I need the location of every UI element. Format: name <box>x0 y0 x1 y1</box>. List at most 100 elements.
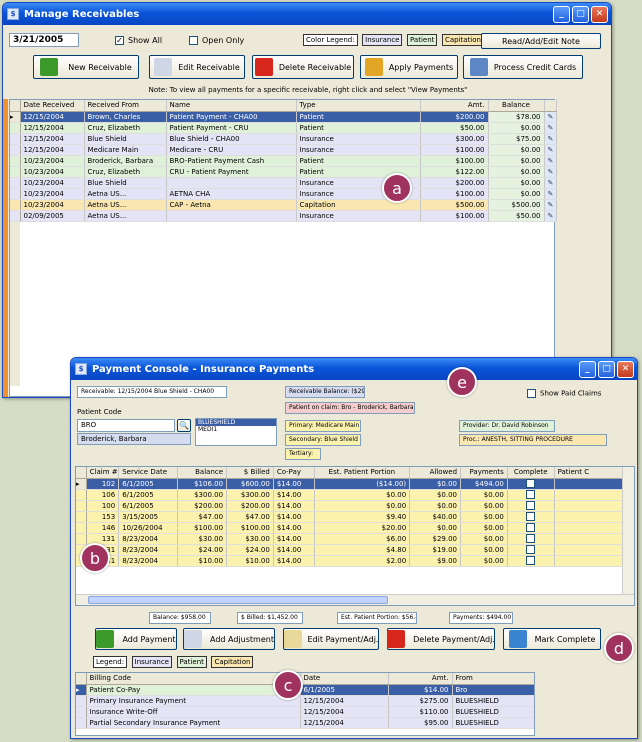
column-header[interactable]: Allowed <box>409 467 462 479</box>
row-selector[interactable] <box>10 122 21 134</box>
column-header[interactable]: Amt. <box>420 100 489 112</box>
column-header[interactable]: Name <box>166 100 297 112</box>
edit-row-icon[interactable]: ✎ <box>544 133 557 145</box>
search-button[interactable]: 🔍 <box>177 419 191 432</box>
row-selector[interactable] <box>76 522 87 534</box>
scroll-thumb[interactable] <box>88 596 388 604</box>
column-header[interactable]: Date Received <box>20 100 85 112</box>
row-selector[interactable] <box>10 210 21 222</box>
insurance-list-item[interactable]: BLUESHIELD <box>196 419 276 426</box>
complete-checkbox[interactable] <box>507 500 555 512</box>
read-note-button[interactable]: Read/Add/Edit Note <box>481 33 601 49</box>
complete-checkbox[interactable] <box>507 544 555 556</box>
receivable-row[interactable]: 10/23/2004 Aetna US... AETNA CHA Insurance $… <box>10 188 557 200</box>
payment-row[interactable]: Partial Secondary Insurance Payment 12/15… <box>76 717 534 729</box>
payment-row[interactable]: ▸ Patient Co-Pay 6/1/2005 $14.00 Bro <box>76 684 534 696</box>
row-selector[interactable] <box>10 133 21 145</box>
row-selector[interactable] <box>76 695 87 707</box>
receivable-row[interactable]: 10/23/2004 Aetna US... CAP - Aetna Capitati… <box>10 199 557 211</box>
open-only-checkbox[interactable]: Open Only <box>189 36 244 45</box>
patient-code-input[interactable]: BRO <box>77 419 175 432</box>
date-field[interactable]: 3/21/2005 <box>9 33 79 47</box>
row-selector[interactable] <box>10 188 21 200</box>
edit-row-icon[interactable]: ✎ <box>544 177 557 189</box>
delete-payment-button[interactable]: Delete Payment/Adj. <box>387 628 495 650</box>
receivable-row[interactable]: 12/15/2004 Cruz, Elizabeth Patient Payment… <box>10 122 557 134</box>
receivable-row[interactable]: 02/09/2005 Aetna US... Insurance $100.00 $50… <box>10 210 557 222</box>
row-selector[interactable]: ▸ <box>10 111 21 123</box>
claim-row[interactable]: 100 6/1/2005 $200.00 $200.00 $14.00 $0.00 $0.0… <box>76 500 634 512</box>
edit-row-icon[interactable]: ✎ <box>544 166 557 178</box>
new-receivable-button[interactable]: New Receivable <box>33 55 139 79</box>
column-header[interactable]: Payments <box>460 467 508 479</box>
column-header[interactable]: Claim # <box>86 467 120 479</box>
column-header[interactable]: From <box>452 673 534 685</box>
receivable-row[interactable]: ▸ 12/15/2004 Brown, Charles Patient Payment… <box>10 111 557 123</box>
row-selector[interactable] <box>76 489 87 501</box>
column-header[interactable]: Est. Patient Portion <box>314 467 411 479</box>
receivable-row[interactable]: 10/23/2004 Blue Shield Insurance $200.00 $0.… <box>10 177 557 189</box>
insurance-list-item[interactable]: MEDI1 <box>196 426 276 433</box>
column-header[interactable]: Complete <box>507 467 555 479</box>
add-adjustment-button[interactable]: Add Adjustment <box>183 628 275 650</box>
maximize-icon[interactable]: □ <box>598 360 615 378</box>
edit-row-icon[interactable]: ✎ <box>544 155 557 167</box>
claim-row[interactable]: 106 6/1/2005 $300.00 $300.00 $14.00 $0.00 $0.0… <box>76 489 634 501</box>
claim-row[interactable]: 1318/23/2004$10.00$10.00$14.00$2.00$9.00… <box>76 555 634 567</box>
complete-checkbox[interactable] <box>507 555 555 567</box>
column-header[interactable]: Co-Pay <box>273 467 315 479</box>
row-selector[interactable]: ▸ <box>76 478 87 490</box>
column-header[interactable]: $ Billed <box>226 467 274 479</box>
add-payment-button[interactable]: Add Payment <box>95 628 177 650</box>
edit-row-icon[interactable]: ✎ <box>544 210 557 222</box>
edit-payment-button[interactable]: Edit Payment/Adj. <box>283 628 379 650</box>
row-selector[interactable] <box>10 144 21 156</box>
row-selector[interactable] <box>10 155 21 167</box>
delete-receivable-button[interactable]: Delete Receivable <box>252 55 354 79</box>
claim-row[interactable]: 153 3/15/2005 $47.00 $47.00 $14.00 $9.40 $40.0… <box>76 511 634 523</box>
close-icon[interactable]: ✕ <box>591 5 608 23</box>
claim-row[interactable]: 131 8/23/2004 $30.00 $30.00 $14.00 $6.00 $29.0… <box>76 533 634 545</box>
claim-row[interactable]: ▸ 102 6/1/2005 $106.00 $600.00 $14.00 ($14.00)… <box>76 478 634 490</box>
row-selector[interactable] <box>76 706 87 718</box>
column-header[interactable]: Received From <box>84 100 167 112</box>
patient-name-dropdown[interactable]: Broderick, Barbara <box>77 433 191 445</box>
claim-row[interactable]: 146 10/26/2004 $100.00 $100.00 $14.00 $20.00 $… <box>76 522 634 534</box>
payment-row[interactable]: Primary Insurance Payment 12/15/2004 $275.… <box>76 695 534 707</box>
complete-checkbox[interactable] <box>507 522 555 534</box>
column-header[interactable]: Amt. <box>388 673 453 685</box>
column-header[interactable]: Date <box>300 673 389 685</box>
minimize-icon[interactable]: _ <box>553 5 570 23</box>
column-header[interactable]: Type <box>296 100 421 112</box>
row-selector[interactable] <box>10 177 21 189</box>
complete-checkbox[interactable] <box>507 533 555 545</box>
edit-row-icon[interactable]: ✎ <box>544 144 557 156</box>
complete-checkbox[interactable] <box>507 489 555 501</box>
row-selector[interactable] <box>76 533 87 545</box>
receivable-row[interactable]: 10/23/2004 Cruz, Elizabeth CRU - Patient P… <box>10 166 557 178</box>
row-selector[interactable] <box>10 199 21 211</box>
row-selector[interactable] <box>76 500 87 512</box>
column-header[interactable]: Balance <box>177 467 228 479</box>
payment-row[interactable]: Insurance Write-Off 12/15/2004 $110.00 BLUE… <box>76 706 534 718</box>
apply-payments-button[interactable]: Apply Payments <box>360 55 458 79</box>
complete-checkbox[interactable] <box>507 478 555 490</box>
receivable-row[interactable]: 10/23/2004 Broderick, Barbara BRO-Patient … <box>10 155 557 167</box>
vertical-scrollbar[interactable] <box>622 467 634 595</box>
edit-row-icon[interactable]: ✎ <box>544 122 557 134</box>
edit-row-icon[interactable]: ✎ <box>544 199 557 211</box>
edit-receivable-button[interactable]: Edit Receivable <box>149 55 245 79</box>
row-selector[interactable]: ▸ <box>76 684 87 696</box>
horizontal-scrollbar[interactable] <box>76 594 634 605</box>
row-selector[interactable] <box>76 717 87 729</box>
row-selector[interactable] <box>76 511 87 523</box>
process-credit-cards-button[interactable]: Process Credit Cards <box>463 55 583 79</box>
edit-row-icon[interactable]: ✎ <box>544 111 557 123</box>
show-all-checkbox[interactable]: ✓ Show All <box>115 36 162 45</box>
claim-row[interactable]: 131 8/23/2004 $24.00 $24.00 $14.00 $4.80 $19.0… <box>76 544 634 556</box>
minimize-icon[interactable]: _ <box>579 360 596 378</box>
receivable-row[interactable]: 12/15/2004 Medicare Main Medicare - CRU Ins… <box>10 144 557 156</box>
edit-row-icon[interactable]: ✎ <box>544 188 557 200</box>
show-paid-claims-checkbox[interactable]: Show Paid Claims <box>527 389 601 398</box>
close-icon[interactable]: ✕ <box>617 360 634 378</box>
